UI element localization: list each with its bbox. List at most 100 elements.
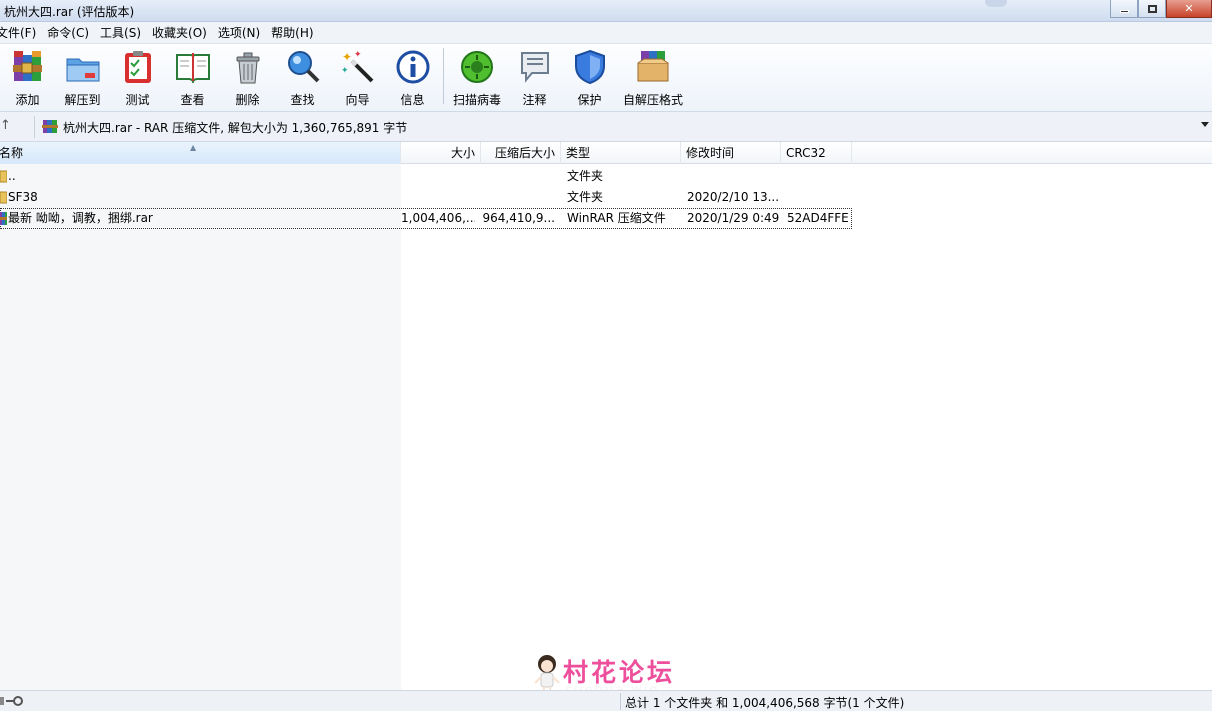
close-button[interactable]: ✕	[1166, 0, 1212, 18]
menu-tools[interactable]: 工具(S)	[96, 24, 148, 41]
scan-virus-icon	[461, 51, 493, 83]
column-crc-label: CRC32	[786, 146, 826, 160]
column-name[interactable]: 名称	[0, 142, 401, 164]
scan-virus-button[interactable]: 扫描病毒	[447, 44, 507, 110]
column-packed-size[interactable]: 压缩后大小	[481, 142, 561, 164]
menu-options[interactable]: 选项(N)	[214, 24, 267, 41]
svg-text:✦: ✦	[342, 50, 352, 64]
sfx-label: 自解压格式	[622, 93, 683, 107]
up-folder-icon[interactable]: ↑	[0, 118, 14, 134]
test-label: 测试	[125, 93, 150, 107]
row-size: 1,004,406,...	[401, 211, 475, 225]
add-button[interactable]: 添加	[0, 44, 55, 110]
protect-shield-icon	[574, 49, 605, 85]
row-modified: 2020/1/29 0:49	[687, 211, 780, 225]
window-controls: ✕	[1110, 0, 1212, 20]
info-label: 信息	[400, 93, 425, 107]
menu-file[interactable]: 文件(F)	[0, 24, 43, 41]
delete-button[interactable]: 删除	[220, 44, 275, 110]
row-packed: 964,410,9...	[482, 211, 555, 225]
column-size[interactable]: 大小	[401, 142, 481, 164]
row-crc: 52AD4FFE	[787, 211, 849, 225]
rar-archive-icon	[42, 120, 58, 133]
column-header: 名称 ▲ 大小 压缩后大小 类型 修改时间 CRC32	[0, 142, 1212, 164]
delete-label: 删除	[235, 93, 260, 107]
add-archive-icon	[12, 51, 42, 81]
name-column-background	[0, 164, 401, 690]
row-crc	[787, 166, 851, 187]
minimize-icon	[1119, 10, 1129, 13]
column-name-label: 名称	[0, 146, 24, 160]
menu-commands[interactable]: 命令(C)	[43, 24, 96, 41]
address-path[interactable]: 杭州大四.rar - RAR 压缩文件, 解包大小为 1,360,765,891…	[63, 119, 407, 136]
comment-label: 注释	[522, 93, 547, 107]
test-icon	[124, 51, 151, 83]
column-modified[interactable]: 修改时间	[681, 142, 781, 164]
column-packed-label: 压缩后大小	[494, 146, 555, 160]
rar-file-icon	[0, 212, 7, 225]
sfx-button[interactable]: 自解压格式	[617, 44, 689, 110]
column-crc32[interactable]: CRC32	[781, 142, 852, 164]
comment-icon	[520, 52, 549, 83]
view-label: 查看	[180, 93, 205, 107]
row-crc	[787, 187, 851, 208]
protect-label: 保护	[577, 93, 602, 107]
row-name: ..	[8, 169, 16, 183]
minimize-button[interactable]	[1110, 0, 1138, 18]
info-icon	[396, 50, 429, 84]
column-modified-label: 修改时间	[686, 146, 735, 160]
row-modified: 2020/2/10 13...	[687, 190, 780, 204]
menu-bar: 文件(F) 命令(C) 工具(S) 收藏夹(O) 选项(N) 帮助(H)	[0, 22, 1212, 44]
status-separator	[620, 693, 621, 710]
status-bar: 总计 1 个文件夹 和 1,004,406,568 字节(1 个文件)	[0, 690, 1212, 711]
wizard-button[interactable]: ✦ ✦ ✦ 向导	[330, 44, 385, 110]
row-size	[401, 187, 475, 208]
row-packed	[481, 166, 555, 187]
row-type: 文件夹	[567, 169, 604, 183]
extract-to-icon	[66, 58, 99, 82]
status-key-icon	[0, 696, 23, 706]
info-button[interactable]: 信息	[385, 44, 440, 110]
toolbar: 添加 解压到 测试 查看 删除 查找 ✦ ✦ ✦ 向导 信息 扫描病毒 注释 保…	[0, 44, 1212, 112]
maximize-button[interactable]	[1138, 0, 1166, 18]
sort-ascending-icon: ▲	[190, 143, 197, 152]
find-button[interactable]: 查找	[275, 44, 330, 110]
extract-to-button[interactable]: 解压到	[55, 44, 110, 110]
protect-button[interactable]: 保护	[562, 44, 617, 110]
view-book-icon	[175, 53, 210, 84]
title-bar: 杭州大四.rar (评估版本) ✕	[0, 0, 1212, 22]
row-size	[401, 166, 475, 187]
delete-trash-icon	[236, 52, 259, 84]
svg-text:✦: ✦	[341, 66, 349, 76]
menu-help[interactable]: 帮助(H)	[267, 24, 320, 41]
sfx-box-icon	[637, 51, 669, 82]
file-list: 名称 ▲ 大小 压缩后大小 类型 修改时间 CRC32 .. 文件夹 SF38 …	[0, 142, 1212, 690]
close-icon: ✕	[1184, 2, 1194, 15]
address-separator	[34, 116, 35, 138]
find-label: 查找	[290, 93, 315, 107]
extract-to-label: 解压到	[64, 93, 101, 107]
folder-icon	[0, 191, 7, 204]
wizard-label: 向导	[345, 93, 370, 107]
test-button[interactable]: 测试	[110, 44, 165, 110]
view-button[interactable]: 查看	[165, 44, 220, 110]
column-size-label: 大小	[450, 146, 475, 160]
row-modified	[687, 166, 781, 187]
maximize-icon	[1147, 4, 1157, 13]
comment-button[interactable]: 注释	[507, 44, 562, 110]
column-type[interactable]: 类型	[561, 142, 681, 164]
menu-favorites[interactable]: 收藏夹(O)	[148, 24, 214, 41]
address-bar: ↑ 杭州大四.rar - RAR 压缩文件, 解包大小为 1,360,765,8…	[0, 112, 1212, 142]
row-type: WinRAR 压缩文件	[567, 211, 666, 225]
title-bar-decoration	[985, 0, 1007, 7]
add-label: 添加	[15, 93, 40, 107]
toolbar-separator	[443, 48, 444, 104]
table-row[interactable]: SF38 文件夹 2020/2/10 13...	[0, 187, 852, 208]
row-name: SF38	[8, 190, 38, 204]
svg-text:✦: ✦	[354, 50, 362, 60]
window-title: 杭州大四.rar (评估版本)	[4, 5, 135, 19]
table-row[interactable]: 最新 呦呦，调教，捆绑.rar 1,004,406,... 964,410,9.…	[0, 208, 852, 229]
row-type: 文件夹	[567, 190, 604, 204]
address-dropdown-icon[interactable]	[1201, 122, 1209, 127]
table-row[interactable]: .. 文件夹	[0, 166, 852, 187]
